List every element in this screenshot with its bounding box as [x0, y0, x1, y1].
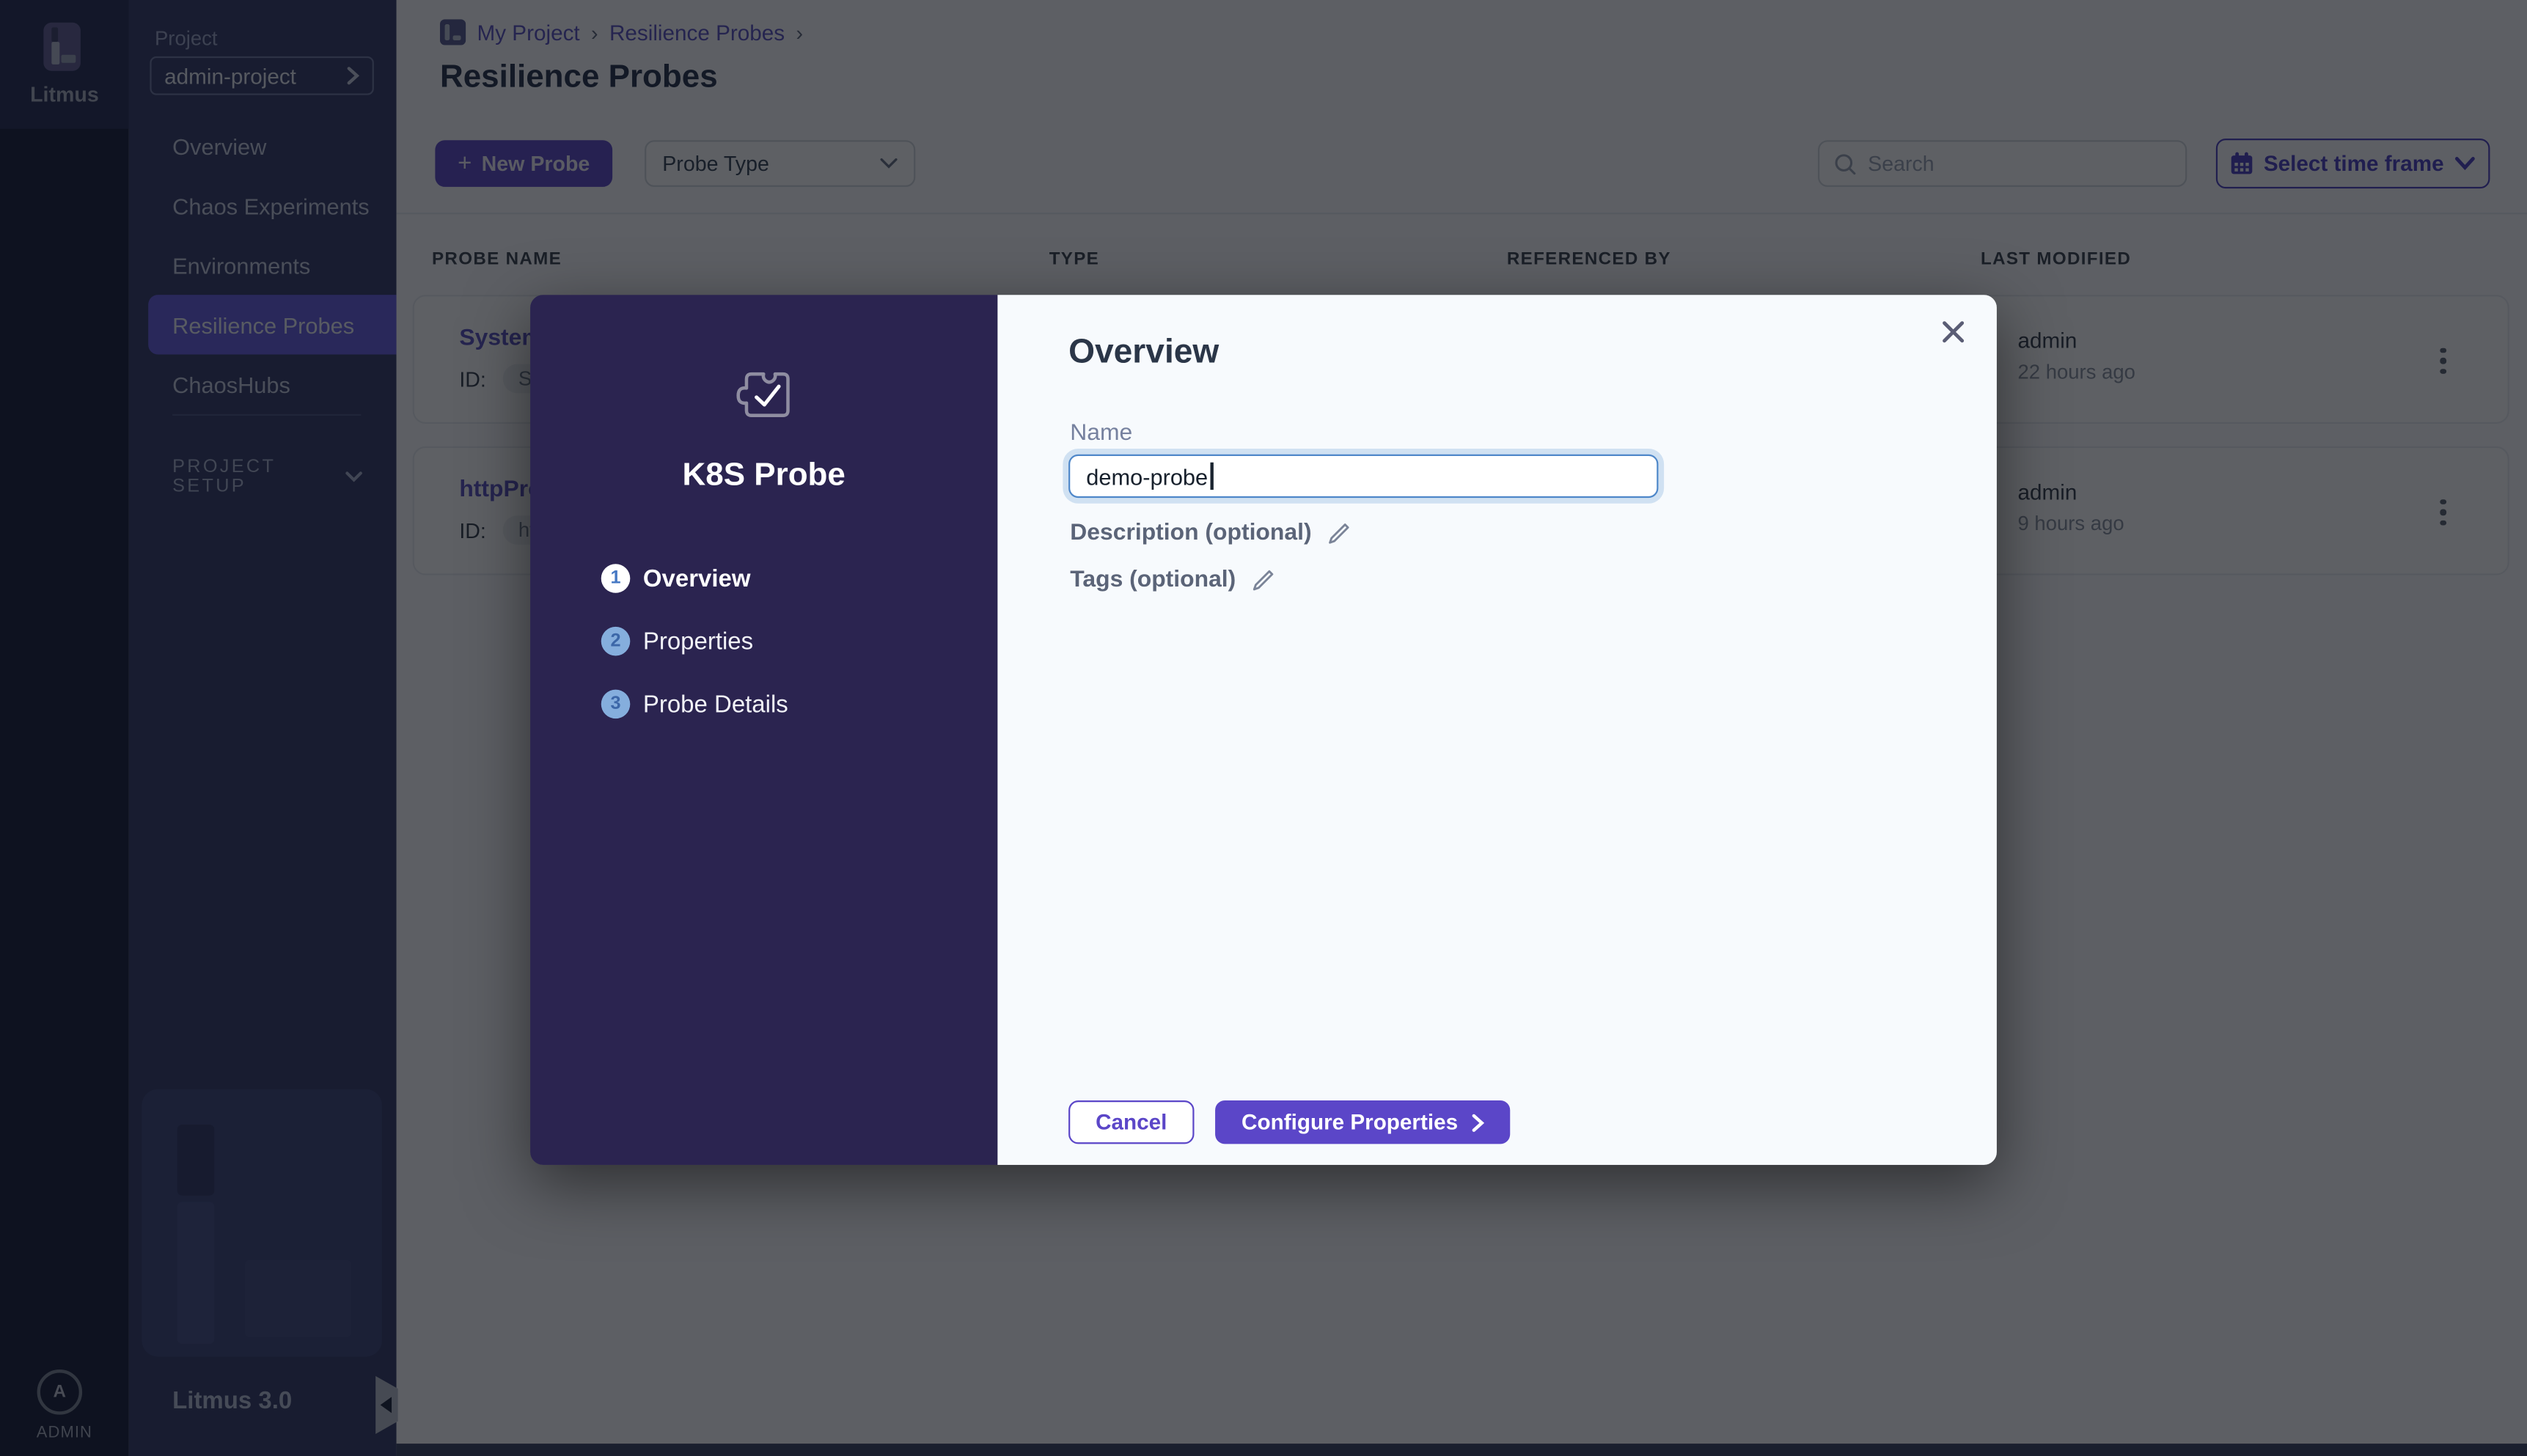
modal-heading: Overview	[1068, 334, 1219, 372]
step-number: 1	[601, 564, 631, 593]
create-probe-modal: K8S Probe 1 Overview 2 Properties 3 Prob…	[530, 295, 1997, 1165]
step-probe-details[interactable]: 3 Probe Details	[601, 690, 788, 719]
description-label: Description (optional)	[1070, 521, 1311, 546]
edit-description-icon[interactable]	[1326, 521, 1350, 545]
tags-label: Tags (optional)	[1070, 567, 1236, 593]
step-number: 2	[601, 627, 631, 656]
cancel-button[interactable]: Cancel	[1068, 1100, 1194, 1144]
name-label: Name	[1070, 421, 1132, 446]
text-caret	[1210, 463, 1212, 490]
modal-body: Overview Name Description (optional) Tag…	[997, 295, 1997, 1165]
name-field-wrap	[1068, 455, 1658, 498]
modal-footer: Cancel Configure Properties	[1068, 1100, 1510, 1144]
step-overview[interactable]: 1 Overview	[601, 564, 788, 593]
step-number: 3	[601, 690, 631, 719]
step-properties[interactable]: 2 Properties	[601, 627, 788, 656]
probe-name-input[interactable]	[1068, 455, 1658, 498]
close-icon[interactable]	[1935, 315, 1970, 350]
probe-type-title: K8S Probe	[530, 457, 997, 495]
chevron-right-icon	[1471, 1113, 1484, 1132]
modal-step-panel: K8S Probe 1 Overview 2 Properties 3 Prob…	[530, 295, 997, 1165]
probe-puzzle-icon	[735, 366, 793, 432]
wizard-steps: 1 Overview 2 Properties 3 Probe Details	[601, 564, 788, 718]
edit-tags-icon[interactable]	[1250, 568, 1274, 592]
configure-properties-button[interactable]: Configure Properties	[1215, 1100, 1510, 1144]
